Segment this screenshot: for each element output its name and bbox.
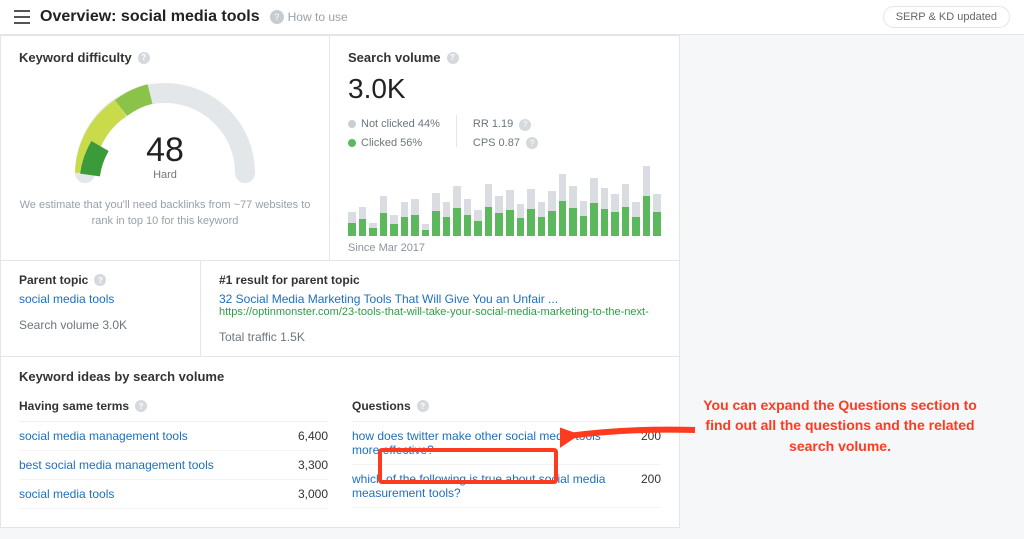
divider	[456, 115, 457, 147]
histogram-bar	[443, 202, 451, 236]
dot-icon	[348, 139, 356, 147]
kd-label: Hard	[65, 169, 265, 181]
histogram-bar	[506, 190, 514, 236]
histogram-bar	[538, 202, 546, 236]
parent-topic-sv: Search volume 3.0K	[19, 318, 182, 332]
top-result-url[interactable]: https://optinmonster.com/23-tools-that-w…	[219, 306, 661, 318]
sv-legend: Not clicked 44% Clicked 56%	[348, 115, 440, 152]
info-icon[interactable]: ?	[417, 400, 429, 412]
histogram-bar	[580, 201, 588, 236]
histogram-bar	[411, 199, 419, 237]
histogram-bar	[548, 191, 556, 236]
histogram-bar	[643, 166, 651, 236]
histogram-bar	[569, 186, 577, 236]
kd-value: 48	[65, 131, 265, 170]
keyword-volume: 6,400	[284, 429, 328, 443]
keyword-link[interactable]: social media tools	[19, 487, 284, 501]
kd-description: We estimate that you'll need backlinks f…	[19, 198, 311, 230]
histogram-bar	[559, 174, 567, 236]
sv-histogram	[348, 166, 661, 236]
annotation-callout: You can expand the Questions section to …	[700, 395, 980, 456]
same-terms-column: Having same terms? social media manageme…	[19, 389, 328, 509]
questions-heading: Questions	[352, 399, 411, 413]
parent-topic-link[interactable]: social media tools	[19, 292, 182, 306]
info-icon[interactable]: ?	[519, 119, 531, 131]
rr-label: RR 1.19	[473, 115, 513, 134]
keyword-row: best social media management tools3,300	[19, 451, 328, 480]
histogram-bar	[432, 193, 440, 237]
hamburger-menu[interactable]	[14, 10, 30, 24]
question-link[interactable]: which of the following is true about soc…	[352, 472, 617, 500]
dot-icon	[348, 120, 356, 128]
sv-since: Since Mar 2017	[348, 242, 661, 254]
histogram-bar	[390, 215, 398, 237]
histogram-bar	[611, 194, 619, 236]
annotation-arrow	[560, 418, 700, 458]
keyword-ideas-heading: Keyword ideas by search volume	[19, 369, 661, 384]
top-result-title[interactable]: 32 Social Media Marketing Tools That Wil…	[219, 292, 661, 306]
sv-value: 3.0K	[348, 73, 661, 105]
histogram-bar	[369, 223, 377, 237]
histogram-bar	[653, 194, 661, 236]
parent-topic-panel: Parent topic? social media tools Search …	[1, 261, 201, 356]
annotation-text: You can expand the Questions section to …	[700, 395, 980, 456]
histogram-bar	[495, 196, 503, 236]
histogram-bar	[401, 202, 409, 236]
help-icon: ?	[270, 10, 284, 24]
keyword-link[interactable]: social media management tools	[19, 429, 284, 443]
histogram-bar	[517, 204, 525, 236]
histogram-bar	[527, 189, 535, 236]
keyword-volume: 3,000	[284, 487, 328, 501]
histogram-bar	[590, 178, 598, 237]
keyword-link[interactable]: best social media management tools	[19, 458, 284, 472]
histogram-bar	[422, 224, 430, 236]
histogram-bar	[485, 184, 493, 237]
how-to-use-link[interactable]: ? How to use	[270, 10, 348, 24]
info-icon[interactable]: ?	[135, 400, 147, 412]
info-icon[interactable]: ?	[526, 137, 538, 149]
histogram-bar	[632, 202, 640, 236]
histogram-bar	[359, 207, 367, 237]
parent-topic-heading: Parent topic	[19, 273, 88, 287]
same-terms-heading: Having same terms	[19, 399, 129, 413]
keyword-volume: 3,300	[284, 458, 328, 472]
question-row: which of the following is true about soc…	[352, 465, 661, 508]
histogram-bar	[464, 199, 472, 237]
sv-rates: RR 1.19? CPS 0.87?	[473, 115, 538, 152]
how-to-use-label: How to use	[288, 10, 348, 24]
top-result-traffic: Total traffic 1.5K	[219, 330, 661, 344]
serp-updated-badge: SERP & KD updated	[883, 6, 1010, 28]
keyword-row: social media management tools6,400	[19, 422, 328, 451]
keyword-row: social media tools3,000	[19, 480, 328, 509]
top-result-panel: #1 result for parent topic 32 Social Med…	[201, 261, 679, 356]
info-icon[interactable]: ?	[138, 52, 150, 64]
kd-heading: Keyword difficulty	[19, 50, 132, 65]
histogram-bar	[453, 186, 461, 236]
keyword-difficulty-card: Keyword difficulty ? 48 Hard We estimate…	[0, 35, 330, 261]
histogram-bar	[601, 188, 609, 236]
info-icon[interactable]: ?	[94, 274, 106, 286]
top-result-heading: #1 result for parent topic	[219, 273, 661, 287]
page-title: Overview: social media tools	[40, 8, 260, 26]
info-icon[interactable]: ?	[447, 52, 459, 64]
search-volume-card: Search volume ? 3.0K Not clicked 44% Cli…	[330, 35, 680, 261]
question-volume: 200	[617, 472, 661, 500]
not-clicked-label: Not clicked 44%	[361, 118, 440, 130]
sv-heading: Search volume	[348, 50, 441, 65]
kd-gauge: 48 Hard	[65, 73, 265, 188]
histogram-bar	[380, 196, 388, 236]
histogram-bar	[474, 210, 482, 236]
histogram-bar	[622, 184, 630, 237]
cps-label: CPS 0.87	[473, 134, 520, 153]
histogram-bar	[348, 212, 356, 236]
clicked-label: Clicked 56%	[361, 137, 422, 149]
